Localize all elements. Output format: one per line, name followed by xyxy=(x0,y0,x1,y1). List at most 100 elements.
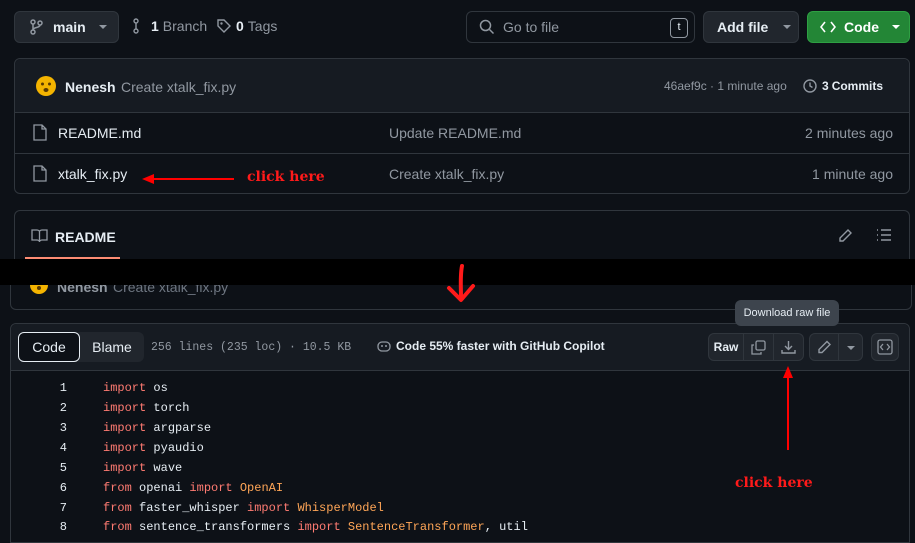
copilot-icon xyxy=(376,339,392,353)
file-name[interactable]: xtalk_fix.py xyxy=(58,166,127,182)
commit-author[interactable]: Nenesh xyxy=(57,285,108,295)
pencil-icon[interactable] xyxy=(837,228,853,244)
file-time: 1 minute ago xyxy=(812,166,893,182)
code-icon xyxy=(820,21,836,33)
line-number: 2 xyxy=(59,401,67,415)
download-icon xyxy=(781,340,796,355)
tag-icon xyxy=(216,18,232,34)
code-text: torch xyxy=(146,401,190,415)
code-keyword: import xyxy=(247,501,291,515)
copilot-text: Code 55% faster with GitHub Copilot xyxy=(396,339,605,353)
symbols-panel-button[interactable] xyxy=(871,333,899,361)
commits-link[interactable]: 3 Commits xyxy=(802,78,883,94)
annotation-arrow-left xyxy=(142,174,234,184)
git-branch-icon xyxy=(133,18,145,34)
chevron-down-icon xyxy=(98,24,108,30)
history-icon xyxy=(802,78,818,94)
readme-tab[interactable]: README xyxy=(55,229,116,245)
file-icon xyxy=(33,165,47,182)
line-content: import os xyxy=(103,378,168,398)
code-text: openai xyxy=(131,481,190,495)
tab-blame[interactable]: Blame xyxy=(80,332,144,362)
code-keyword: from xyxy=(103,501,132,515)
code-line: 3 import argparse xyxy=(0,418,915,438)
commit-author[interactable]: Nenesh xyxy=(65,79,116,95)
line-number: 8 xyxy=(59,520,67,534)
commits-label: Commits xyxy=(831,79,884,93)
code-text: argparse xyxy=(146,421,212,435)
avatar xyxy=(35,75,57,97)
line-number: 4 xyxy=(59,441,67,455)
commit-meta[interactable]: 46aef9c · 1 minute ago xyxy=(664,79,787,93)
raw-label: Raw xyxy=(713,340,739,354)
code-line: 4 import pyaudio xyxy=(0,438,915,458)
branch-select-button[interactable]: main xyxy=(14,11,119,43)
file-commit-message[interactable]: Create xtalk_fix.py xyxy=(389,166,504,182)
code-text: pyaudio xyxy=(146,441,204,455)
tab-blame-label: Blame xyxy=(92,339,132,355)
commits-count: 3 xyxy=(822,79,829,93)
line-content: import argparse xyxy=(103,418,211,438)
outline-list-icon[interactable] xyxy=(876,228,892,242)
copy-raw-button[interactable] xyxy=(744,333,774,361)
annotation-click-here: click here xyxy=(247,169,325,185)
code-viewer-header: Code Blame 256 lines (235 loc) · 10.5 KB… xyxy=(11,324,909,371)
tab-code[interactable]: Code xyxy=(18,332,80,362)
line-content: import pyaudio xyxy=(103,438,204,458)
search-icon xyxy=(479,19,495,35)
line-number: 3 xyxy=(59,421,67,435)
line-number: 6 xyxy=(59,481,67,495)
chevron-down-icon xyxy=(782,24,792,30)
tag-count: 0 xyxy=(236,18,244,34)
code-text: os xyxy=(146,381,168,395)
code-line: 8 from sentence_transformers import Sente… xyxy=(0,517,915,537)
code-line: 2 import torch xyxy=(0,398,915,418)
annotation-click-here: click here xyxy=(735,475,813,491)
code-keyword: import xyxy=(103,401,147,415)
code-class-name: OpenAI xyxy=(239,481,284,495)
file-stats: 256 lines (235 loc) · 10.5 KB xyxy=(151,341,352,354)
line-number: 7 xyxy=(59,501,67,515)
view-segmented-control: Code Blame xyxy=(18,332,144,362)
code-text: faster_whisper xyxy=(131,501,248,515)
line-content: from sentence_transformers import Senten… xyxy=(103,517,528,537)
edit-dropdown-button[interactable] xyxy=(839,333,863,361)
code-button-label: Code xyxy=(844,19,879,35)
code-button[interactable]: Code xyxy=(807,11,910,43)
branch-count: 1 xyxy=(151,18,159,34)
raw-button[interactable]: Raw xyxy=(708,333,744,361)
file-commit-message[interactable]: Update README.md xyxy=(389,125,521,141)
line-content: from faster_whisper import WhisperModel xyxy=(103,498,384,518)
branch-label: Branch xyxy=(162,18,208,34)
code-line: 7 from faster_whisper import WhisperModel xyxy=(0,498,915,518)
code-keyword: import xyxy=(189,481,233,495)
tab-code-label: Code xyxy=(32,339,66,355)
edit-file-button[interactable] xyxy=(809,333,839,361)
go-to-file-input[interactable]: Go to file t xyxy=(466,11,695,43)
file-row[interactable]: README.md Update README.md 2 minutes ago xyxy=(15,113,909,153)
copilot-link[interactable]: Code 55% faster with GitHub Copilot xyxy=(376,339,605,353)
keyboard-shortcut-badge: t xyxy=(670,18,688,38)
line-number: 5 xyxy=(59,461,67,475)
code-keyword: import xyxy=(103,461,147,475)
code-line: 1 import os xyxy=(0,378,915,398)
branches-link[interactable]: 1 Branch xyxy=(133,18,207,34)
chevron-down-icon xyxy=(891,24,901,30)
tooltip-text: Download raw file xyxy=(743,307,831,319)
add-file-button[interactable]: Add file xyxy=(703,11,799,43)
latest-commit-bar: Nenesh Create xtalk_fix.py 46aef9c · 1 m… xyxy=(15,59,909,112)
commit-message[interactable]: Create xtalk_fix.py xyxy=(121,79,236,95)
code-keyword: import xyxy=(103,441,147,455)
git-branch-icon xyxy=(29,19,43,35)
file-time: 2 minutes ago xyxy=(805,125,893,141)
tags-link[interactable]: 0 Tags xyxy=(216,18,277,34)
line-number: 1 xyxy=(59,381,67,395)
line-content: from openai import OpenAI xyxy=(103,478,283,498)
annotation-arrow-down xyxy=(447,264,475,302)
file-name[interactable]: README.md xyxy=(58,125,141,141)
book-icon xyxy=(31,229,48,243)
commit-message[interactable]: Create xtalk_fix.py xyxy=(113,285,228,295)
code-text: wave xyxy=(146,461,183,475)
download-raw-button[interactable] xyxy=(774,333,804,361)
